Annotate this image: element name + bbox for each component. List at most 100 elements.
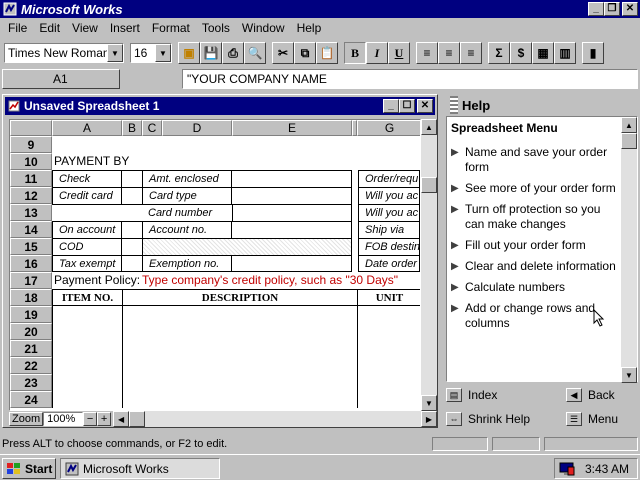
spreadsheet-grid[interactable]: A B C D E G 9 10 PAYMENT BY 11 Check Amt…	[9, 119, 421, 411]
cell[interactable]	[122, 221, 142, 238]
autosum-button[interactable]: Σ	[488, 42, 510, 64]
align-left-button[interactable]: ≡	[416, 42, 438, 64]
help-drag-grip[interactable]	[450, 96, 458, 114]
menu-window[interactable]: Window	[236, 21, 291, 35]
row-header[interactable]: 12	[10, 187, 52, 204]
help-topic[interactable]: ▶ See more of your order form	[447, 181, 623, 196]
cell-label[interactable]: Date order	[358, 255, 420, 272]
cell[interactable]	[52, 323, 122, 340]
minimize-button[interactable]: _	[588, 2, 604, 16]
paste-button[interactable]: 📋	[316, 42, 338, 64]
font-name-select[interactable]: Times New Roman ▼	[4, 43, 124, 63]
horizontal-scroll-thumb[interactable]	[129, 411, 146, 427]
menu-view[interactable]: View	[66, 21, 104, 35]
restore-button[interactable]: ❐	[604, 2, 620, 16]
cell-label[interactable]: On account	[52, 221, 122, 238]
spreadsheet-vertical-scrollbar[interactable]: ▲ ▼	[421, 119, 437, 411]
font-size-select[interactable]: 16 ▼	[130, 43, 172, 63]
cell[interactable]	[52, 306, 122, 323]
display-settings-icon[interactable]	[559, 461, 575, 480]
select-all-corner[interactable]	[10, 120, 52, 136]
align-right-button[interactable]: ≡	[460, 42, 482, 64]
row-header[interactable]: 16	[10, 255, 52, 272]
menu-edit[interactable]: Edit	[33, 21, 66, 35]
cell[interactable]	[52, 374, 122, 391]
zoom-out-button[interactable]: −	[83, 412, 98, 426]
cell-label[interactable]: Account no.	[142, 221, 232, 238]
chevron-down-icon[interactable]: ▼	[155, 44, 171, 62]
cell-label[interactable]: Ship via	[358, 221, 420, 238]
help-scroll-thumb[interactable]	[621, 133, 637, 149]
doc-close-button[interactable]: ✕	[417, 99, 433, 113]
help-back-button[interactable]: ◀ Back	[566, 388, 615, 402]
cell[interactable]	[122, 323, 358, 340]
chevron-down-icon[interactable]: ▼	[107, 44, 123, 62]
cell[interactable]	[52, 204, 142, 221]
cell-label[interactable]: Exemption no.	[142, 255, 232, 272]
cell-label[interactable]: Order/requ	[358, 170, 420, 187]
zoom-label[interactable]: Zoom	[9, 412, 44, 426]
cell-label[interactable]: Will you ac	[358, 187, 420, 204]
address-book-button[interactable]: ▮	[582, 42, 604, 64]
cell-label[interactable]: Will you ac	[358, 204, 420, 221]
zoom-in-button[interactable]: +	[97, 412, 112, 426]
clock[interactable]: 3:43 AM	[585, 462, 629, 476]
column-header-a[interactable]: A	[52, 120, 122, 136]
row-header[interactable]: 20	[10, 323, 52, 340]
row-header[interactable]: 11	[10, 170, 52, 187]
cell-label[interactable]: Card type	[142, 187, 232, 204]
row-header[interactable]: 14	[10, 221, 52, 238]
save-button[interactable]: 💾	[200, 42, 222, 64]
cell[interactable]	[122, 374, 358, 391]
help-topic[interactable]: ▶ Clear and delete information	[447, 259, 623, 274]
cell[interactable]	[122, 170, 142, 187]
cell[interactable]	[232, 221, 352, 238]
start-button[interactable]: Start	[2, 458, 56, 479]
scroll-right-button[interactable]: ▶	[421, 411, 437, 427]
help-topic[interactable]: ▶ Fill out your order form	[447, 238, 623, 253]
help-topic[interactable]: ▶ Name and save your order form	[447, 145, 623, 175]
help-index-button[interactable]: ▤ Index	[446, 388, 497, 402]
works-app-icon[interactable]	[2, 1, 18, 17]
cell-label[interactable]: Card number	[142, 204, 232, 221]
row-header[interactable]: 24	[10, 391, 52, 408]
column-title-description[interactable]: DESCRIPTION	[122, 289, 358, 306]
cut-button[interactable]: ✂	[272, 42, 294, 64]
cell[interactable]	[358, 340, 420, 357]
scroll-left-button[interactable]: ◀	[113, 411, 130, 427]
cell[interactable]	[358, 323, 420, 340]
row-header[interactable]: 10	[10, 153, 52, 170]
cell-label[interactable]: Amt. enclosed	[142, 170, 232, 187]
row-header[interactable]: 13	[10, 204, 52, 221]
new-chart-button[interactable]: ▥	[554, 42, 576, 64]
cell[interactable]	[122, 391, 358, 408]
cell-policy-text[interactable]: Type company's credit policy, such as "3…	[142, 272, 420, 289]
cell[interactable]	[122, 255, 142, 272]
cell-label[interactable]: FOB destin	[358, 238, 420, 255]
column-header-e[interactable]: E	[232, 120, 352, 136]
column-title-item-no[interactable]: ITEM NO.	[52, 289, 122, 306]
cell[interactable]	[52, 357, 122, 374]
cell[interactable]	[122, 238, 142, 255]
italic-button[interactable]: I	[366, 42, 388, 64]
print-button[interactable]: ⎙	[222, 42, 244, 64]
cell[interactable]	[232, 204, 352, 221]
doc-minimize-button[interactable]: _	[383, 99, 399, 113]
cell[interactable]	[358, 374, 420, 391]
cell[interactable]	[358, 306, 420, 323]
underline-button[interactable]: U	[388, 42, 410, 64]
menu-format[interactable]: Format	[146, 21, 196, 35]
help-scroll-down-button[interactable]: ▼	[621, 367, 637, 383]
bold-button[interactable]: B	[344, 42, 366, 64]
row-header[interactable]: 21	[10, 340, 52, 357]
shaded-cell[interactable]	[142, 238, 352, 255]
scroll-thumb[interactable]	[421, 177, 437, 193]
cell[interactable]	[52, 340, 122, 357]
help-scrollbar[interactable]: ▲ ▼	[621, 117, 637, 383]
column-title-unit[interactable]: UNIT	[358, 289, 420, 306]
spreadsheet-title-bar[interactable]: Unsaved Spreadsheet 1 _ ☐ ✕	[5, 97, 435, 115]
column-header-d[interactable]: D	[162, 120, 232, 136]
formula-entry[interactable]: "YOUR COMPANY NAME	[182, 69, 638, 89]
menu-insert[interactable]: Insert	[104, 21, 146, 35]
taskbar-item-works[interactable]: Microsoft Works	[60, 458, 220, 479]
